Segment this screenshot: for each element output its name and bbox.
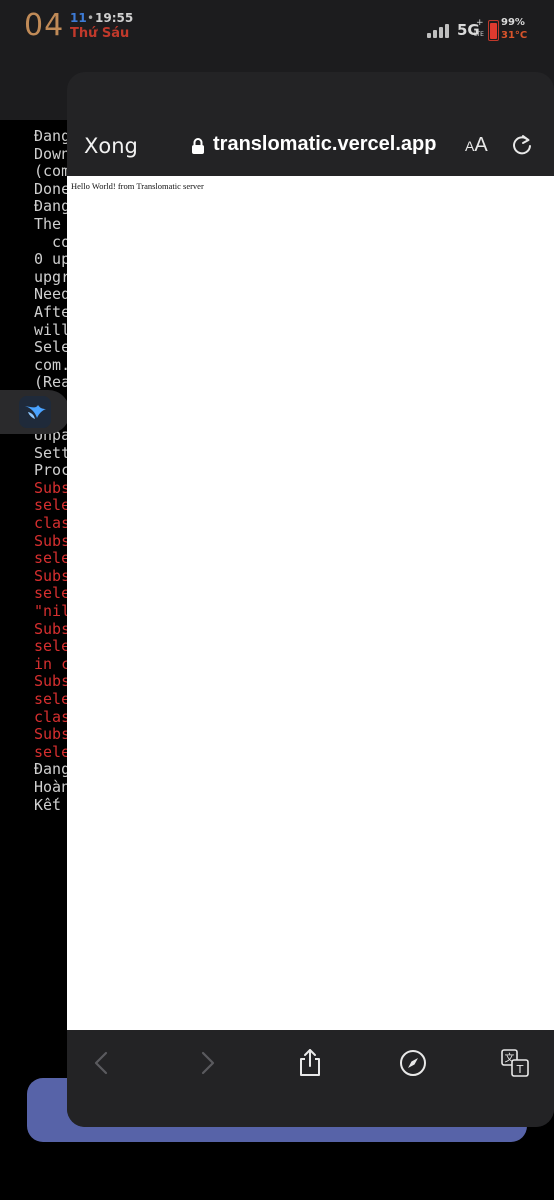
reload-icon[interactable] [511,134,533,156]
share-icon[interactable] [295,1048,325,1078]
terminal-line: com. [34,355,71,374]
terminal-line: Đang [34,127,71,145]
status-time: 19:55 [95,11,134,25]
terminal-line: clas [34,514,71,533]
terminal-line: co [34,232,71,251]
terminal-line: in c [34,654,71,673]
terminal-line: sele [34,584,71,603]
terminal-line: sele [34,690,71,708]
terminal-line: Subs [34,531,71,550]
terminal-line: Sele [34,338,71,357]
chevron-right-icon[interactable] [192,1048,222,1078]
terminal-line: sele [34,549,71,568]
terminal-line: Done [34,179,71,198]
terminal-line: upgr [34,267,71,286]
terminal-line: Đang [34,197,71,216]
terminal-line: Hoàn [34,777,71,796]
terminal-line: Subs [34,566,71,585]
battery-percent: 99% [501,17,525,28]
safari-view-sheet: Xong translomatic.vercel.app AA Hello Wo… [67,72,554,1127]
status-weekday: Thứ Sáu [70,26,130,41]
terminal-line: "nil [34,602,71,621]
battery-icon [488,20,499,41]
status-month: 11 [70,11,87,25]
translate-icon[interactable]: 文 T [500,1048,530,1078]
status-day: 04 [24,8,65,43]
compass-icon[interactable] [398,1048,428,1078]
browser-toolbar: 文 T [67,1030,554,1127]
terminal-line: Kết [34,795,62,814]
terminal-line: clas [34,707,71,726]
status-separator: • [87,11,95,25]
terminal-line: Subs [34,619,71,638]
terminal-line: sele [34,496,71,515]
terminal-line: Sett [34,443,71,462]
browser-header: Xong translomatic.vercel.app AA [67,72,554,176]
network-plus: + [476,18,484,28]
cellular-signal-icon [427,24,453,38]
terminal-line: Subs [34,478,71,497]
terminal-line: sele [34,742,71,761]
bird-app-icon[interactable] [19,396,51,428]
terminal-line: sele [34,637,71,656]
terminal-line: Subs [34,725,71,744]
text-size-big-label: A [474,134,488,156]
text-size-small-label: A [465,138,475,154]
terminal-line: Đang [34,760,71,779]
terminal-line: 0 up [34,250,71,269]
terminal-line: will [34,320,71,339]
done-button[interactable]: Xong [84,134,138,158]
chevron-left-icon[interactable] [87,1048,117,1078]
temperature: 31°C [501,30,528,41]
terminal-line: (com [34,162,71,181]
terminal-line: Proc [34,461,71,480]
url-text[interactable]: translomatic.vercel.app [213,133,436,156]
svg-text:T: T [516,1063,524,1076]
web-content: Hello World! from Translomatic server [67,176,554,1030]
terminal-output: Đang Down (com Done Đang The co 0 up upgr Need Af… [34,127,71,814]
network-sub: LTE [474,31,484,38]
terminal-line: Down [34,144,71,163]
terminal-line: Subs [34,672,71,691]
page-text: Hello World! from Translomatic server [71,181,204,191]
terminal-line: The [34,214,62,233]
lock-icon [192,138,204,154]
terminal-line: Need [34,285,71,304]
terminal-line: Afte [34,302,71,321]
text-size-button[interactable]: AA [465,134,488,157]
